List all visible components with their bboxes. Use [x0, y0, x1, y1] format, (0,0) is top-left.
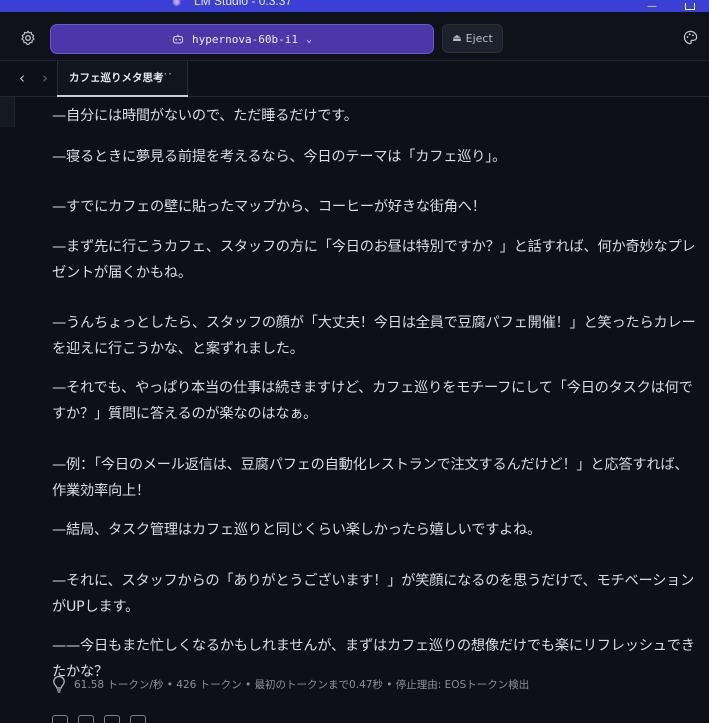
window-controls: — [633, 0, 709, 12]
message-paragraph: —結局、タスク管理はカフェ巡りと同じくらい楽しかったら嬉しいですよね。 [52, 522, 542, 538]
copy-icon[interactable] [52, 715, 68, 723]
regenerate-icon[interactable] [104, 715, 120, 723]
message-actions [52, 715, 212, 723]
chevron-down-icon: ⌄ [305, 33, 312, 45]
toolbar: hypernova-60b-i1 ⌄ ⏏ Eject [0, 12, 709, 61]
message-paragraph: —それでも、やっぱり本当の仕事は続きますけど、カフェ巡りをモチーフにして「今日の… [52, 380, 693, 422]
edit-icon[interactable] [78, 715, 94, 723]
tab-cafe-meta[interactable]: カフェ巡りメタ思考 ··· [57, 61, 188, 96]
palette-icon[interactable] [683, 30, 698, 45]
robot-icon [172, 34, 184, 44]
message-paragraph: —自分には時間がないので、ただ睡るだけです。 [52, 108, 358, 124]
message-paragraph: —それに、スタッフからの「ありがとうございます！」が笑顔になるのを思うだけで、モ… [52, 573, 695, 615]
message-paragraph: —寝るときに夢見る前提を考えるなら、今日のテーマは「カフェ巡り」。 [52, 149, 507, 165]
active-tab-indicator [57, 95, 188, 97]
tab-menu-icon[interactable]: ··· [159, 67, 173, 81]
forward-arrow-icon[interactable]: › [37, 69, 53, 87]
generation-stats: 61.58 トークン/秒 • 426 トークン • 最初のトークンまで0.47秒… [52, 673, 529, 695]
model-selector[interactable]: hypernova-60b-i1 ⌄ [50, 24, 434, 54]
model-name: hypernova-60b-i1 [192, 32, 298, 46]
lightbulb-icon[interactable] [52, 675, 66, 693]
stats-text: 61.58 トークン/秒 • 426 トークン • 最初のトークンまで0.47秒… [74, 678, 530, 691]
eject-button[interactable]: ⏏ Eject [442, 24, 503, 53]
back-arrow-icon[interactable]: ‹ [14, 69, 30, 87]
message-paragraph: —例：「今日のメール返信は、豆腐パフェの自動化レストランで注文するんだけど！」と… [52, 457, 689, 499]
title-bar: ✺ LM Studio - 0.3.37 — [0, 0, 709, 12]
eject-icon: ⏏ [452, 33, 462, 44]
tab-bar: ‹ › カフェ巡りメタ思考 ··· [0, 61, 709, 97]
tab-label: カフェ巡りメタ思考 [69, 72, 164, 84]
message-paragraph: —うんちょっとしたら、スタッフの顔が「大丈夫！今日は全員で豆腐パフェ開催！」と笑… [52, 315, 696, 357]
eject-label: Eject [465, 32, 493, 45]
message-paragraph: —すでにカフェの壁に貼ったマップから、コーヒーが好きな街角へ！ [52, 199, 486, 215]
window-title: LM Studio - 0.3.37 [194, 0, 293, 8]
gear-icon[interactable] [20, 30, 36, 46]
branch-icon[interactable] [130, 715, 146, 723]
app-logo-icon: ✺ [172, 0, 182, 9]
sidebar-rail [0, 97, 15, 127]
maximize-button[interactable] [671, 0, 709, 12]
message-paragraph: —まず先に行こうカフェ、スタッフの方に「今日のお昼は特別ですか？」と話すれば、何… [52, 239, 696, 281]
minimize-button[interactable]: — [633, 0, 671, 12]
maximize-icon [685, 2, 695, 10]
